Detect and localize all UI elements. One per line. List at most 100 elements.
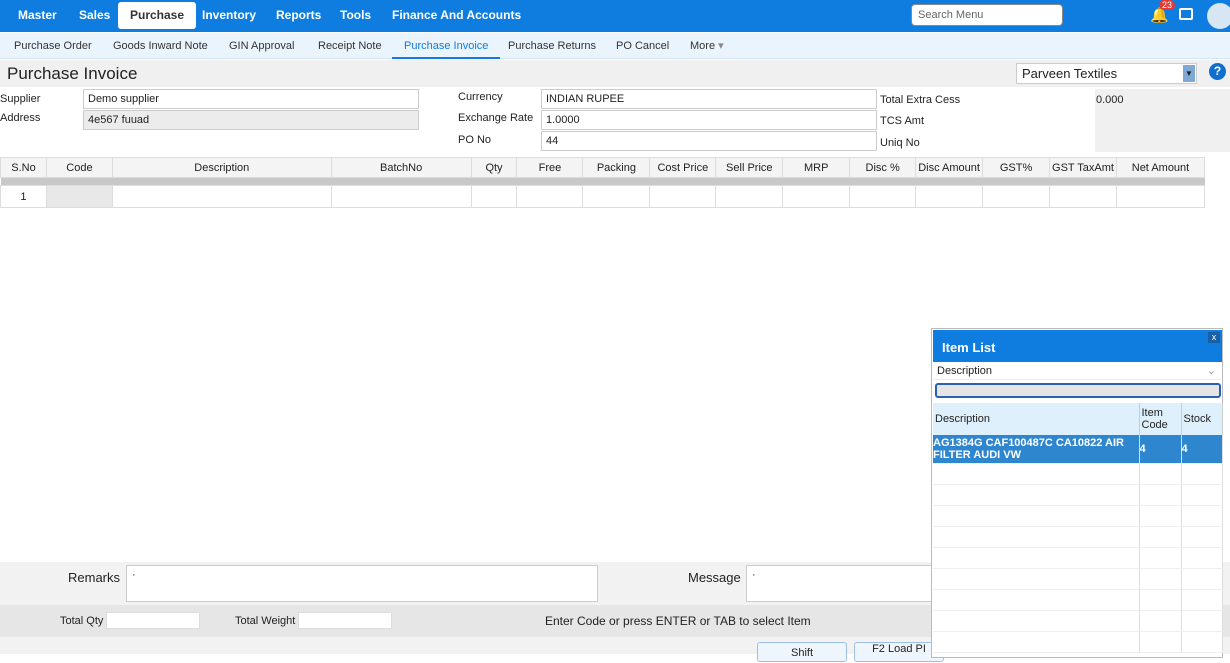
total-weight-field[interactable] — [298, 612, 392, 629]
search-by-value: Description — [937, 365, 993, 377]
nav-master[interactable]: Master — [6, 2, 69, 29]
search-menu-input[interactable]: Search Menu — [911, 4, 1063, 26]
title-bar: Purchase Invoice Parveen Textiles ▼ ? — [0, 60, 1230, 87]
avatar[interactable] — [1207, 3, 1230, 29]
message-textarea[interactable]: · — [746, 565, 946, 602]
total-qty-label: Total Qty — [60, 615, 104, 627]
col-item-code: Item Code — [1139, 403, 1182, 435]
cell-disc-amount[interactable] — [915, 185, 984, 208]
item-row[interactable]: AG1384G CAF100487C CA10822 AIR FILTER AU… — [933, 435, 1223, 464]
empty-cell — [1139, 505, 1182, 527]
message-label: Message — [688, 570, 741, 585]
total-qty-field[interactable] — [106, 612, 200, 629]
empty-cell — [1139, 631, 1182, 653]
uniq-no-label: Uniq No — [880, 137, 920, 149]
item-code: 4 — [1139, 435, 1182, 464]
item-stock: 4 — [1181, 435, 1223, 464]
more-label: More — [690, 40, 716, 52]
extra-cess-value: 0.000 — [1096, 94, 1124, 106]
currency-field[interactable]: INDIAN RUPEE — [541, 89, 877, 109]
col-qty: Qty — [470, 157, 518, 178]
empty-cell — [933, 484, 1140, 506]
col-mrp: MRP — [782, 157, 851, 178]
nav-reports[interactable]: Reports — [264, 2, 333, 29]
cell-gst-taxamt[interactable] — [1049, 185, 1117, 208]
nav-inventory[interactable]: Inventory — [190, 2, 268, 29]
tab-purchase-invoice[interactable]: Purchase Invoice — [392, 33, 501, 59]
nav-purchase[interactable]: Purchase — [118, 2, 197, 29]
cell-code[interactable] — [45, 185, 113, 208]
top-nav: Master Sales Purchase Inventory Reports … — [0, 0, 1230, 32]
help-icon[interactable]: ? — [1209, 63, 1226, 80]
empty-cell — [1139, 589, 1182, 611]
empty-cell — [1181, 526, 1223, 548]
cell-description[interactable] — [111, 185, 332, 208]
empty-cell — [1139, 568, 1182, 590]
empty-cell — [933, 547, 1140, 569]
exchange-rate-label: Exchange Rate — [458, 112, 534, 124]
empty-cell — [1139, 610, 1182, 632]
cell-gst-[interactable] — [982, 185, 1051, 208]
col-description: Description — [111, 157, 332, 178]
item-list-table: Description Item Code Stock AG1384G CAF1… — [933, 403, 1223, 653]
nav-sales[interactable]: Sales — [67, 2, 122, 29]
cell-mrp[interactable] — [782, 185, 851, 208]
po-no-label: PO No — [458, 134, 492, 146]
cell-disc-[interactable] — [849, 185, 917, 208]
close-icon[interactable]: x — [1208, 332, 1220, 343]
exchange-rate-field[interactable]: 1.0000 — [541, 110, 877, 130]
empty-row — [933, 568, 1223, 590]
dropdown-arrow-icon: ▼ — [1183, 65, 1195, 82]
empty-cell — [933, 463, 1140, 485]
empty-cell — [1181, 484, 1223, 506]
item-list-header: Item List x — [933, 330, 1222, 362]
po-no-field[interactable]: 44 — [541, 131, 877, 151]
cell-batchno[interactable] — [330, 185, 472, 208]
print-icon[interactable] — [1179, 8, 1193, 20]
cell-packing[interactable] — [582, 185, 651, 208]
empty-cell — [1181, 505, 1223, 527]
search-by-select[interactable]: Description ⌄ — [933, 363, 1221, 380]
tcs-label: TCS Amt — [880, 115, 925, 127]
cell-free[interactable] — [516, 185, 584, 208]
tab-po-cancel[interactable]: PO Cancel — [616, 33, 669, 59]
cell-cost-price[interactable] — [649, 185, 717, 208]
item-list-dialog: Item List x Description ⌄ Description Ite… — [931, 328, 1223, 658]
tab-purchase-order[interactable]: Purchase Order — [14, 33, 92, 59]
supplier-field[interactable]: Demo supplier — [83, 89, 419, 109]
empty-row — [933, 631, 1223, 653]
col-batchno: BatchNo — [330, 157, 472, 178]
empty-row — [933, 526, 1223, 548]
item-search-input[interactable] — [935, 383, 1221, 398]
cell-qty[interactable] — [470, 185, 518, 208]
company-value: Parveen Textiles — [1022, 66, 1118, 81]
remarks-label: Remarks — [68, 570, 121, 585]
empty-cell — [1181, 463, 1223, 485]
nav-finance[interactable]: Finance And Accounts — [380, 2, 533, 29]
empty-cell — [1181, 568, 1223, 590]
col-stock: Stock — [1181, 403, 1223, 435]
tab-receipt-note[interactable]: Receipt Note — [318, 33, 382, 59]
tab-more[interactable]: More ▾ — [690, 33, 724, 59]
address-field[interactable]: 4e567 fuuad — [83, 110, 419, 130]
tab-gin-approval[interactable]: GIN Approval — [229, 33, 294, 59]
cell-sell-price[interactable] — [715, 185, 784, 208]
col-gst-: GST% — [982, 157, 1051, 178]
empty-cell — [1139, 526, 1182, 548]
col-disc-: Disc % — [849, 157, 917, 178]
col-free: Free — [516, 157, 584, 178]
shift-button[interactable]: Shift — [757, 642, 847, 662]
chevron-down-icon: ⌄ — [1206, 365, 1216, 377]
cell-net-amount[interactable] — [1115, 185, 1206, 208]
tab-goods-inward-note[interactable]: Goods Inward Note — [113, 33, 208, 59]
currency-label: Currency — [458, 91, 503, 103]
sub-nav: Purchase Order Goods Inward Note GIN App… — [0, 33, 1230, 59]
company-select[interactable]: Parveen Textiles ▼ — [1016, 63, 1197, 84]
remarks-textarea[interactable]: · — [126, 565, 598, 602]
caret-down-icon: ▾ — [718, 40, 724, 52]
empty-cell — [1139, 547, 1182, 569]
empty-cell — [1139, 463, 1182, 485]
tab-purchase-returns[interactable]: Purchase Returns — [508, 33, 596, 59]
col-packing: Packing — [582, 157, 651, 178]
nav-tools[interactable]: Tools — [328, 2, 383, 29]
